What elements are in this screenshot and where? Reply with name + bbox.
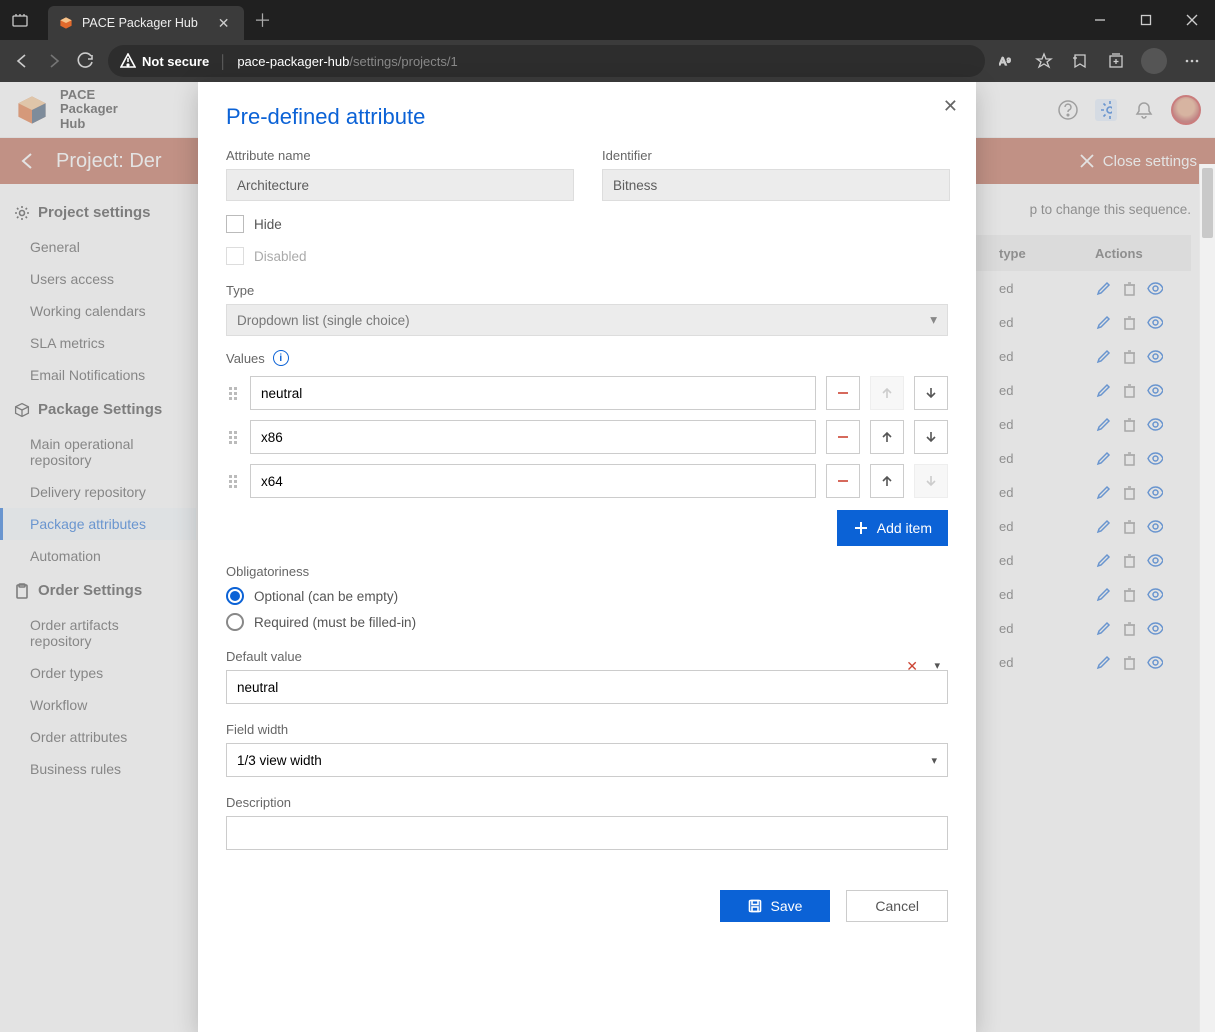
collections-icon[interactable] xyxy=(1105,50,1127,72)
label-identifier: Identifier xyxy=(602,148,950,163)
remove-value-icon[interactable] xyxy=(826,464,860,498)
value-input[interactable] xyxy=(250,376,816,410)
value-row xyxy=(226,464,948,498)
type-select: Dropdown list (single choice) ▾ xyxy=(226,304,948,336)
url-host: pace-packager-hub xyxy=(237,54,349,69)
label-field-width: Field width xyxy=(226,722,948,737)
radio-optional[interactable]: Optional (can be empty) xyxy=(226,587,948,605)
move-down-icon[interactable] xyxy=(914,376,948,410)
label-default-value: Default value xyxy=(226,649,948,664)
disabled-checkbox-row: Disabled xyxy=(226,247,948,265)
read-aloud-icon[interactable]: A⁹ xyxy=(997,50,1019,72)
modal-close-icon[interactable]: ✕ xyxy=(943,96,958,117)
drag-handle-icon[interactable] xyxy=(226,387,240,400)
value-input[interactable] xyxy=(250,420,816,454)
remove-value-icon[interactable] xyxy=(826,420,860,454)
description-input[interactable] xyxy=(226,816,948,850)
radio-required[interactable]: Required (must be filled-in) xyxy=(226,613,948,631)
move-down-icon xyxy=(914,464,948,498)
drag-handle-icon[interactable] xyxy=(226,475,240,488)
label-obligatoriness: Obligatoriness xyxy=(226,564,948,579)
chevron-down-icon: ▾ xyxy=(931,754,937,767)
browser-tab[interactable]: PACE Packager Hub ✕ xyxy=(48,6,244,40)
address-bar[interactable]: Not secure │ pace-packager-hub/settings/… xyxy=(108,45,985,77)
tab-close-icon[interactable]: ✕ xyxy=(218,15,230,32)
modal-title: Pre-defined attribute xyxy=(226,104,948,130)
favicon-icon xyxy=(58,15,74,31)
attr-name-input xyxy=(226,169,574,201)
hide-checkbox[interactable] xyxy=(226,215,244,233)
move-up-icon[interactable] xyxy=(870,420,904,454)
profile-avatar-icon[interactable] xyxy=(1141,48,1167,74)
radio-icon[interactable] xyxy=(226,587,244,605)
add-item-button[interactable]: Add item xyxy=(837,510,948,546)
value-input[interactable] xyxy=(250,464,816,498)
not-secure-badge: Not secure xyxy=(120,53,209,69)
new-tab-button[interactable]: ＋ xyxy=(254,7,272,33)
label-description: Description xyxy=(226,795,948,810)
plus-icon xyxy=(853,520,869,536)
scrollbar[interactable] xyxy=(1199,164,1215,1032)
label-values: Values xyxy=(226,351,265,366)
disabled-label: Disabled xyxy=(254,249,307,264)
radio-icon[interactable] xyxy=(226,613,244,631)
nav-forward-icon xyxy=(44,51,64,71)
nav-back-icon[interactable] xyxy=(12,51,32,71)
move-up-icon[interactable] xyxy=(870,464,904,498)
browser-more-icon[interactable] xyxy=(1181,50,1203,72)
favorites-bar-icon[interactable] xyxy=(1069,50,1091,72)
clear-default-icon[interactable]: ✕ xyxy=(906,658,918,675)
identifier-input xyxy=(602,169,950,201)
default-value-select[interactable] xyxy=(226,670,948,704)
scrollbar-thumb[interactable] xyxy=(1202,168,1213,238)
window-maximize-icon[interactable] xyxy=(1123,0,1169,40)
window-minimize-icon[interactable] xyxy=(1077,0,1123,40)
hide-label: Hide xyxy=(254,217,282,232)
svg-text:A⁹: A⁹ xyxy=(999,56,1011,68)
attribute-modal: ✕ Pre-defined attribute Attribute name I… xyxy=(198,82,976,1032)
drag-handle-icon[interactable] xyxy=(226,431,240,444)
chevron-down-icon: ▾ xyxy=(930,312,937,328)
window-close-icon[interactable] xyxy=(1169,0,1215,40)
field-width-select[interactable]: 1/3 view width▾ xyxy=(226,743,948,777)
move-up-icon xyxy=(870,376,904,410)
favorite-icon[interactable] xyxy=(1033,50,1055,72)
chevron-down-icon[interactable]: ▾ xyxy=(934,659,940,672)
move-down-icon[interactable] xyxy=(914,420,948,454)
url-path: /settings/projects/1 xyxy=(349,54,457,69)
info-icon[interactable]: i xyxy=(273,350,289,366)
cancel-button[interactable]: Cancel xyxy=(846,890,948,922)
tab-list-icon[interactable] xyxy=(0,0,40,40)
value-row xyxy=(226,420,948,454)
save-button[interactable]: Save xyxy=(720,890,830,922)
label-type: Type xyxy=(226,283,948,298)
save-icon xyxy=(748,899,762,913)
remove-value-icon[interactable] xyxy=(826,376,860,410)
hide-checkbox-row[interactable]: Hide xyxy=(226,215,948,233)
nav-refresh-icon[interactable] xyxy=(76,51,96,71)
disabled-checkbox xyxy=(226,247,244,265)
label-attr-name: Attribute name xyxy=(226,148,574,163)
value-row xyxy=(226,376,948,410)
tab-title: PACE Packager Hub xyxy=(82,16,198,30)
